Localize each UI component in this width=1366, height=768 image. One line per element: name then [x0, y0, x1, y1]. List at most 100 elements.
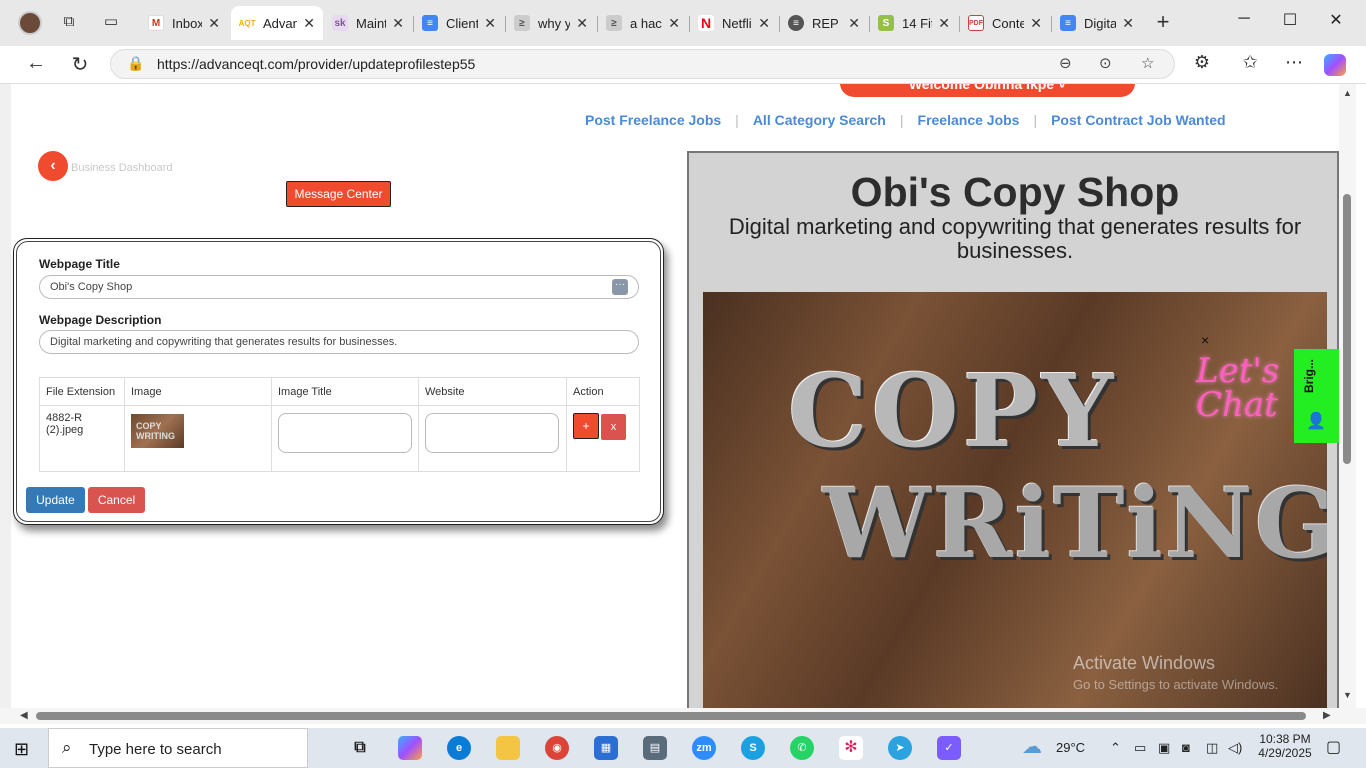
- tab-client[interactable]: ≡ Client ✕: [414, 6, 504, 40]
- table-row: 4882-R (2).jpeg COPY WRITING + x: [39, 405, 640, 472]
- close-tab-icon[interactable]: ✕: [1030, 15, 1042, 32]
- chrome-icon[interactable]: ◉: [545, 736, 569, 760]
- lets-chat-widget[interactable]: Let's Chat: [1196, 354, 1279, 422]
- close-tab-icon[interactable]: ✕: [576, 15, 588, 32]
- close-tab-icon[interactable]: ✕: [303, 15, 315, 32]
- telegram-icon[interactable]: ➤: [888, 736, 912, 760]
- close-tab-icon[interactable]: ✕: [938, 15, 950, 32]
- volume-icon[interactable]: ◁): [1228, 740, 1242, 756]
- webpage-title-input[interactable]: Obi's Copy Shop ···: [39, 275, 639, 299]
- scroll-up-icon[interactable]: ▲: [1343, 88, 1352, 98]
- refresh-icon[interactable]: ↻: [68, 52, 92, 77]
- whatsapp-icon[interactable]: ✆: [790, 736, 814, 760]
- maximize-icon[interactable]: ☐: [1270, 10, 1310, 30]
- zoom-app-icon[interactable]: zm: [692, 736, 716, 760]
- vertical-scroll-thumb[interactable]: [1343, 194, 1351, 464]
- back-chevron-icon[interactable]: ‹: [38, 151, 68, 181]
- close-tab-icon[interactable]: ✕: [668, 15, 680, 32]
- col-file-extension: File Extension: [39, 377, 125, 406]
- col-image-title: Image Title: [271, 377, 419, 406]
- reader-icon[interactable]: ⊙: [1099, 54, 1112, 72]
- tab-advanceqt[interactable]: AQT Advan ✕: [231, 6, 323, 40]
- tab-digital[interactable]: ≡ Digita ✕: [1052, 6, 1142, 40]
- remove-row-button[interactable]: x: [601, 414, 626, 440]
- copilot-taskbar-icon[interactable]: [398, 736, 422, 760]
- edge-icon[interactable]: e: [447, 736, 471, 760]
- scroll-left-icon[interactable]: ◀: [20, 710, 28, 721]
- vpn-icon[interactable]: ✓: [937, 736, 961, 760]
- tab-actions-icon[interactable]: ▭: [102, 13, 120, 31]
- webpage-description-input[interactable]: Digital marketing and copywriting that g…: [39, 330, 639, 354]
- windows-start-icon[interactable]: ⊞: [14, 739, 29, 760]
- close-tab-icon[interactable]: ✕: [208, 15, 220, 32]
- clock[interactable]: 10:38 PM 4/29/2025: [1253, 732, 1317, 760]
- tab-why[interactable]: ≥ why y ✕: [506, 6, 596, 40]
- website-textarea[interactable]: [425, 413, 559, 453]
- close-tab-icon[interactable]: ✕: [758, 15, 770, 32]
- tray-chevron-icon[interactable]: ⌃: [1110, 740, 1121, 756]
- back-arrow-icon[interactable]: ←: [24, 52, 48, 75]
- zoom-icon[interactable]: ⊖: [1059, 54, 1072, 72]
- store-icon[interactable]: ▦: [594, 736, 618, 760]
- image-thumbnail[interactable]: COPY WRITING: [131, 414, 184, 448]
- message-center-button[interactable]: Message Center: [286, 181, 391, 207]
- favorite-star-icon[interactable]: ☆: [1141, 54, 1154, 72]
- url-text[interactable]: https://advanceqt.com/provider/updatepro…: [157, 56, 475, 72]
- cancel-button[interactable]: Cancel: [88, 487, 145, 513]
- scroll-right-icon[interactable]: ▶: [1323, 710, 1331, 721]
- close-tab-icon[interactable]: ✕: [1122, 15, 1134, 32]
- update-button[interactable]: Update: [26, 487, 85, 513]
- close-tab-icon[interactable]: ✕: [848, 15, 860, 32]
- horizontal-scroll-thumb[interactable]: [36, 712, 1306, 720]
- welcome-dropdown[interactable]: Welcome Obinna Ikpe ˅: [840, 84, 1135, 97]
- chat-side-tab[interactable]: Brig... 👤: [1294, 349, 1339, 443]
- profile-avatar[interactable]: [18, 11, 42, 35]
- close-window-icon[interactable]: ✕: [1316, 10, 1356, 30]
- task-view-icon[interactable]: ⧉: [348, 736, 372, 760]
- device-icon[interactable]: ▣: [1158, 740, 1170, 756]
- add-row-button[interactable]: +: [573, 413, 599, 439]
- weather-icon[interactable]: ☁: [1022, 734, 1042, 759]
- horizontal-scrollbar[interactable]: ◀ ▶: [0, 708, 1366, 724]
- business-dashboard-label[interactable]: Business Dashboard: [71, 162, 173, 174]
- more-icon[interactable]: ⋯: [1282, 52, 1306, 73]
- tab-rep[interactable]: ≡ REP F✕: [780, 6, 868, 40]
- notifications-icon[interactable]: ▢: [1326, 737, 1341, 757]
- address-bar[interactable]: 🔒 https://advanceqt.com/provider/updatep…: [110, 49, 1175, 79]
- image-title-textarea[interactable]: [278, 413, 412, 453]
- password-manager-icon[interactable]: ···: [612, 279, 628, 295]
- scroll-down-icon[interactable]: ▼: [1343, 690, 1352, 700]
- calculator-icon[interactable]: ▤: [643, 736, 667, 760]
- extensions-icon[interactable]: ⚙: [1190, 52, 1214, 73]
- close-chat-icon[interactable]: ×: [1201, 332, 1209, 348]
- weather-temp[interactable]: 29°C: [1056, 740, 1085, 755]
- antivirus-icon[interactable]: ◙: [1182, 740, 1190, 755]
- close-tab-icon[interactable]: ✕: [392, 15, 404, 32]
- tab-content[interactable]: PDF Conte ✕: [960, 6, 1050, 40]
- close-tab-icon[interactable]: ✕: [484, 15, 496, 32]
- network-icon[interactable]: ◫: [1206, 740, 1218, 756]
- tab-maint[interactable]: sk Maint ✕: [324, 6, 412, 40]
- copilot-icon[interactable]: [1324, 54, 1346, 76]
- skype-icon[interactable]: S: [741, 736, 765, 760]
- nav-all-category-search[interactable]: All Category Search: [753, 112, 886, 128]
- tab-netflix[interactable]: N Netfli ✕: [690, 6, 778, 40]
- workspaces-icon[interactable]: ⧉: [60, 13, 78, 31]
- battery-icon[interactable]: ▭: [1134, 740, 1146, 756]
- nav-post-freelance-jobs[interactable]: Post Freelance Jobs: [585, 112, 721, 128]
- nav-freelance-jobs[interactable]: Freelance Jobs: [918, 112, 1020, 128]
- tab-hack[interactable]: ≥ a hac ✕: [598, 6, 688, 40]
- tab-inbox[interactable]: M Inbox ✕: [140, 6, 228, 40]
- minimize-icon[interactable]: ─: [1224, 10, 1264, 28]
- vertical-scrollbar[interactable]: ▲ ▼: [1339, 84, 1356, 708]
- file-explorer-icon[interactable]: [496, 736, 520, 760]
- netflix-icon: N: [698, 15, 714, 31]
- taskbar-search[interactable]: ⌕ Type here to search: [48, 728, 308, 768]
- lock-icon[interactable]: 🔒: [127, 55, 144, 72]
- slack-icon[interactable]: ✻: [839, 736, 863, 760]
- new-tab-icon[interactable]: +: [1154, 11, 1172, 33]
- gmail-icon: M: [148, 15, 164, 31]
- nav-post-contract-job-wanted[interactable]: Post Contract Job Wanted: [1051, 112, 1226, 128]
- favorites-icon[interactable]: ✩: [1238, 52, 1262, 73]
- tab-fit[interactable]: S 14 Fit ✕: [870, 6, 958, 40]
